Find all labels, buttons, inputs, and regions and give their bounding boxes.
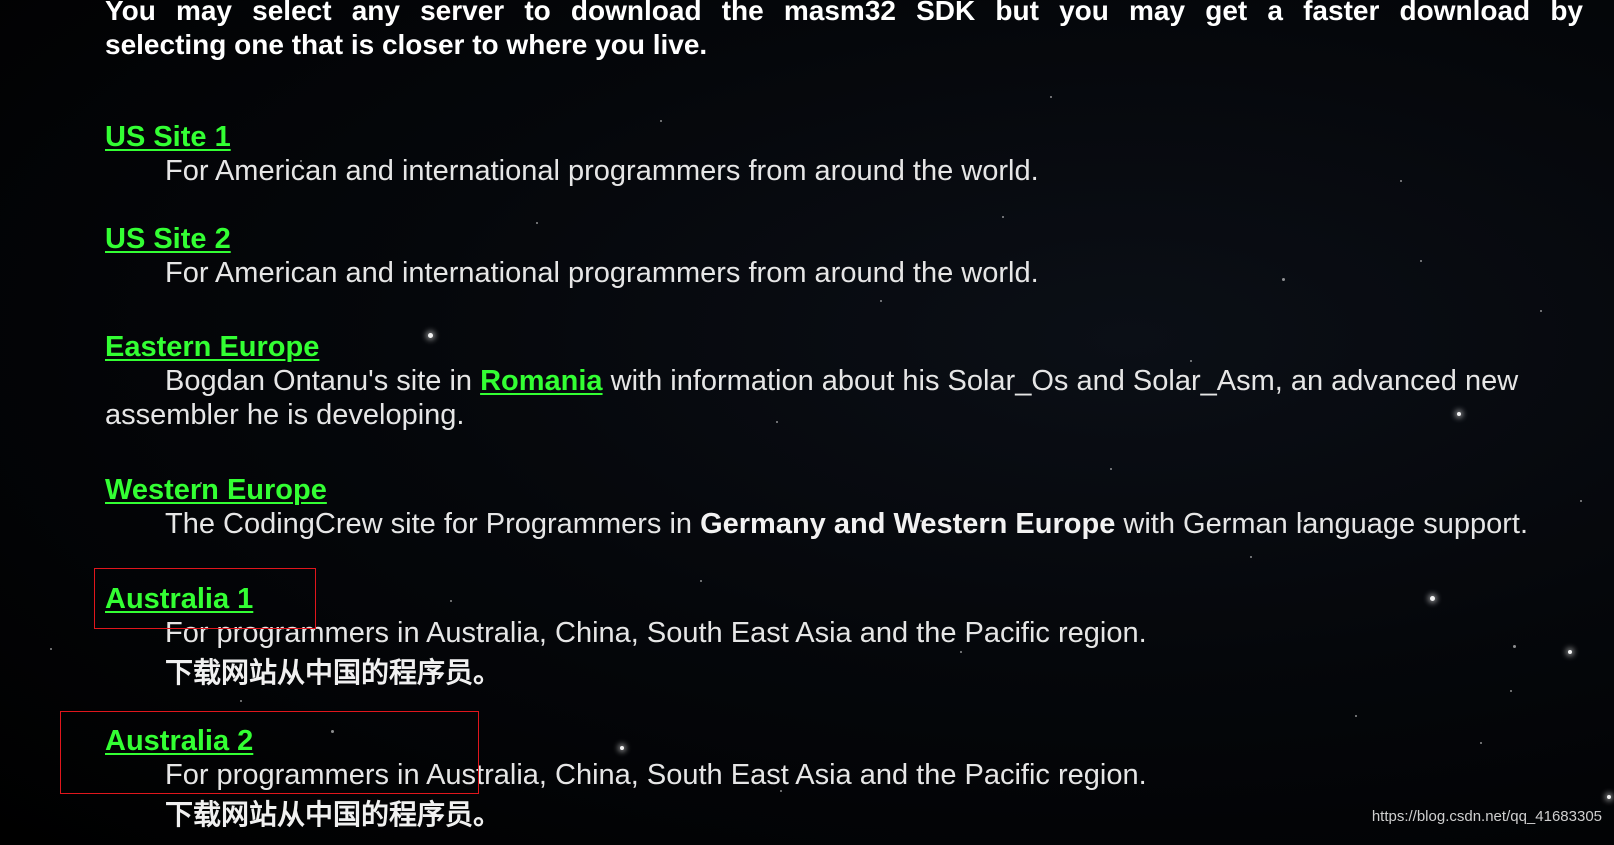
watermark-url: https://blog.csdn.net/qq_41683305: [1371, 808, 1602, 825]
desc-text: with German language support.: [1115, 508, 1529, 540]
star-dot: [1250, 556, 1252, 558]
site-description-chinese: 下载网站从中国的程序员。: [165, 657, 502, 688]
intro-line-1: You may select any server to download th…: [105, 0, 1583, 26]
site-description: Bogdan Ontanu's site in Romania with inf…: [105, 364, 1585, 398]
star-dot: [1050, 96, 1052, 98]
desc-text: Bogdan Ontanu's site in: [165, 365, 481, 397]
site-entry-eastern-europe: Eastern Europe Bogdan Ontanu's site in R…: [105, 330, 1585, 432]
star-dot: [50, 648, 52, 650]
site-description: For programmers in Australia, China, Sou…: [165, 617, 1147, 649]
annotation-highlight-box: [94, 568, 316, 629]
intro-text: You may select any server to download th…: [105, 0, 1583, 62]
star-dot: [1607, 795, 1611, 799]
site-entry-us-1: US Site 1 For American and international…: [105, 120, 1585, 188]
star-dot: [1110, 468, 1112, 470]
annotation-highlight-box: [60, 711, 479, 794]
star-dot: [240, 700, 242, 702]
star-dot: [1540, 310, 1542, 312]
western-europe-link[interactable]: Western Europe: [105, 473, 327, 507]
star-dot: [1002, 216, 1004, 218]
site-description-chinese: 下载网站从中国的程序员。: [165, 799, 502, 830]
intro-line-2: selecting one that is closer to where yo…: [105, 29, 708, 60]
site-description: The CodingCrew site for Programmers in G…: [105, 507, 1585, 541]
desc-text: with information about his Solar_Os and …: [602, 365, 1519, 397]
site-description-continued: assembler he is developing.: [105, 399, 465, 431]
site-description: For American and international programme…: [165, 155, 1039, 187]
desc-text: The CodingCrew site for Programmers in: [165, 508, 701, 540]
site-entry-us-2: US Site 2 For American and international…: [105, 222, 1585, 290]
us-site-2-link[interactable]: US Site 2: [105, 222, 231, 256]
site-description: For American and international programme…: [165, 257, 1039, 289]
us-site-1-link[interactable]: US Site 1: [105, 120, 231, 154]
star-dot: [1355, 715, 1357, 717]
site-entry-western-europe: Western Europe The CodingCrew site for P…: [105, 473, 1585, 541]
page: You may select any server to download th…: [0, 0, 1614, 845]
desc-bold-text: Germany and Western Europe: [700, 508, 1116, 540]
romania-link[interactable]: Romania: [480, 365, 602, 397]
star-dot: [880, 300, 882, 302]
site-entry-australia-1: Australia 1 For programmers in Australia…: [105, 582, 1585, 690]
star-dot: [1510, 690, 1512, 692]
eastern-europe-link[interactable]: Eastern Europe: [105, 330, 319, 364]
